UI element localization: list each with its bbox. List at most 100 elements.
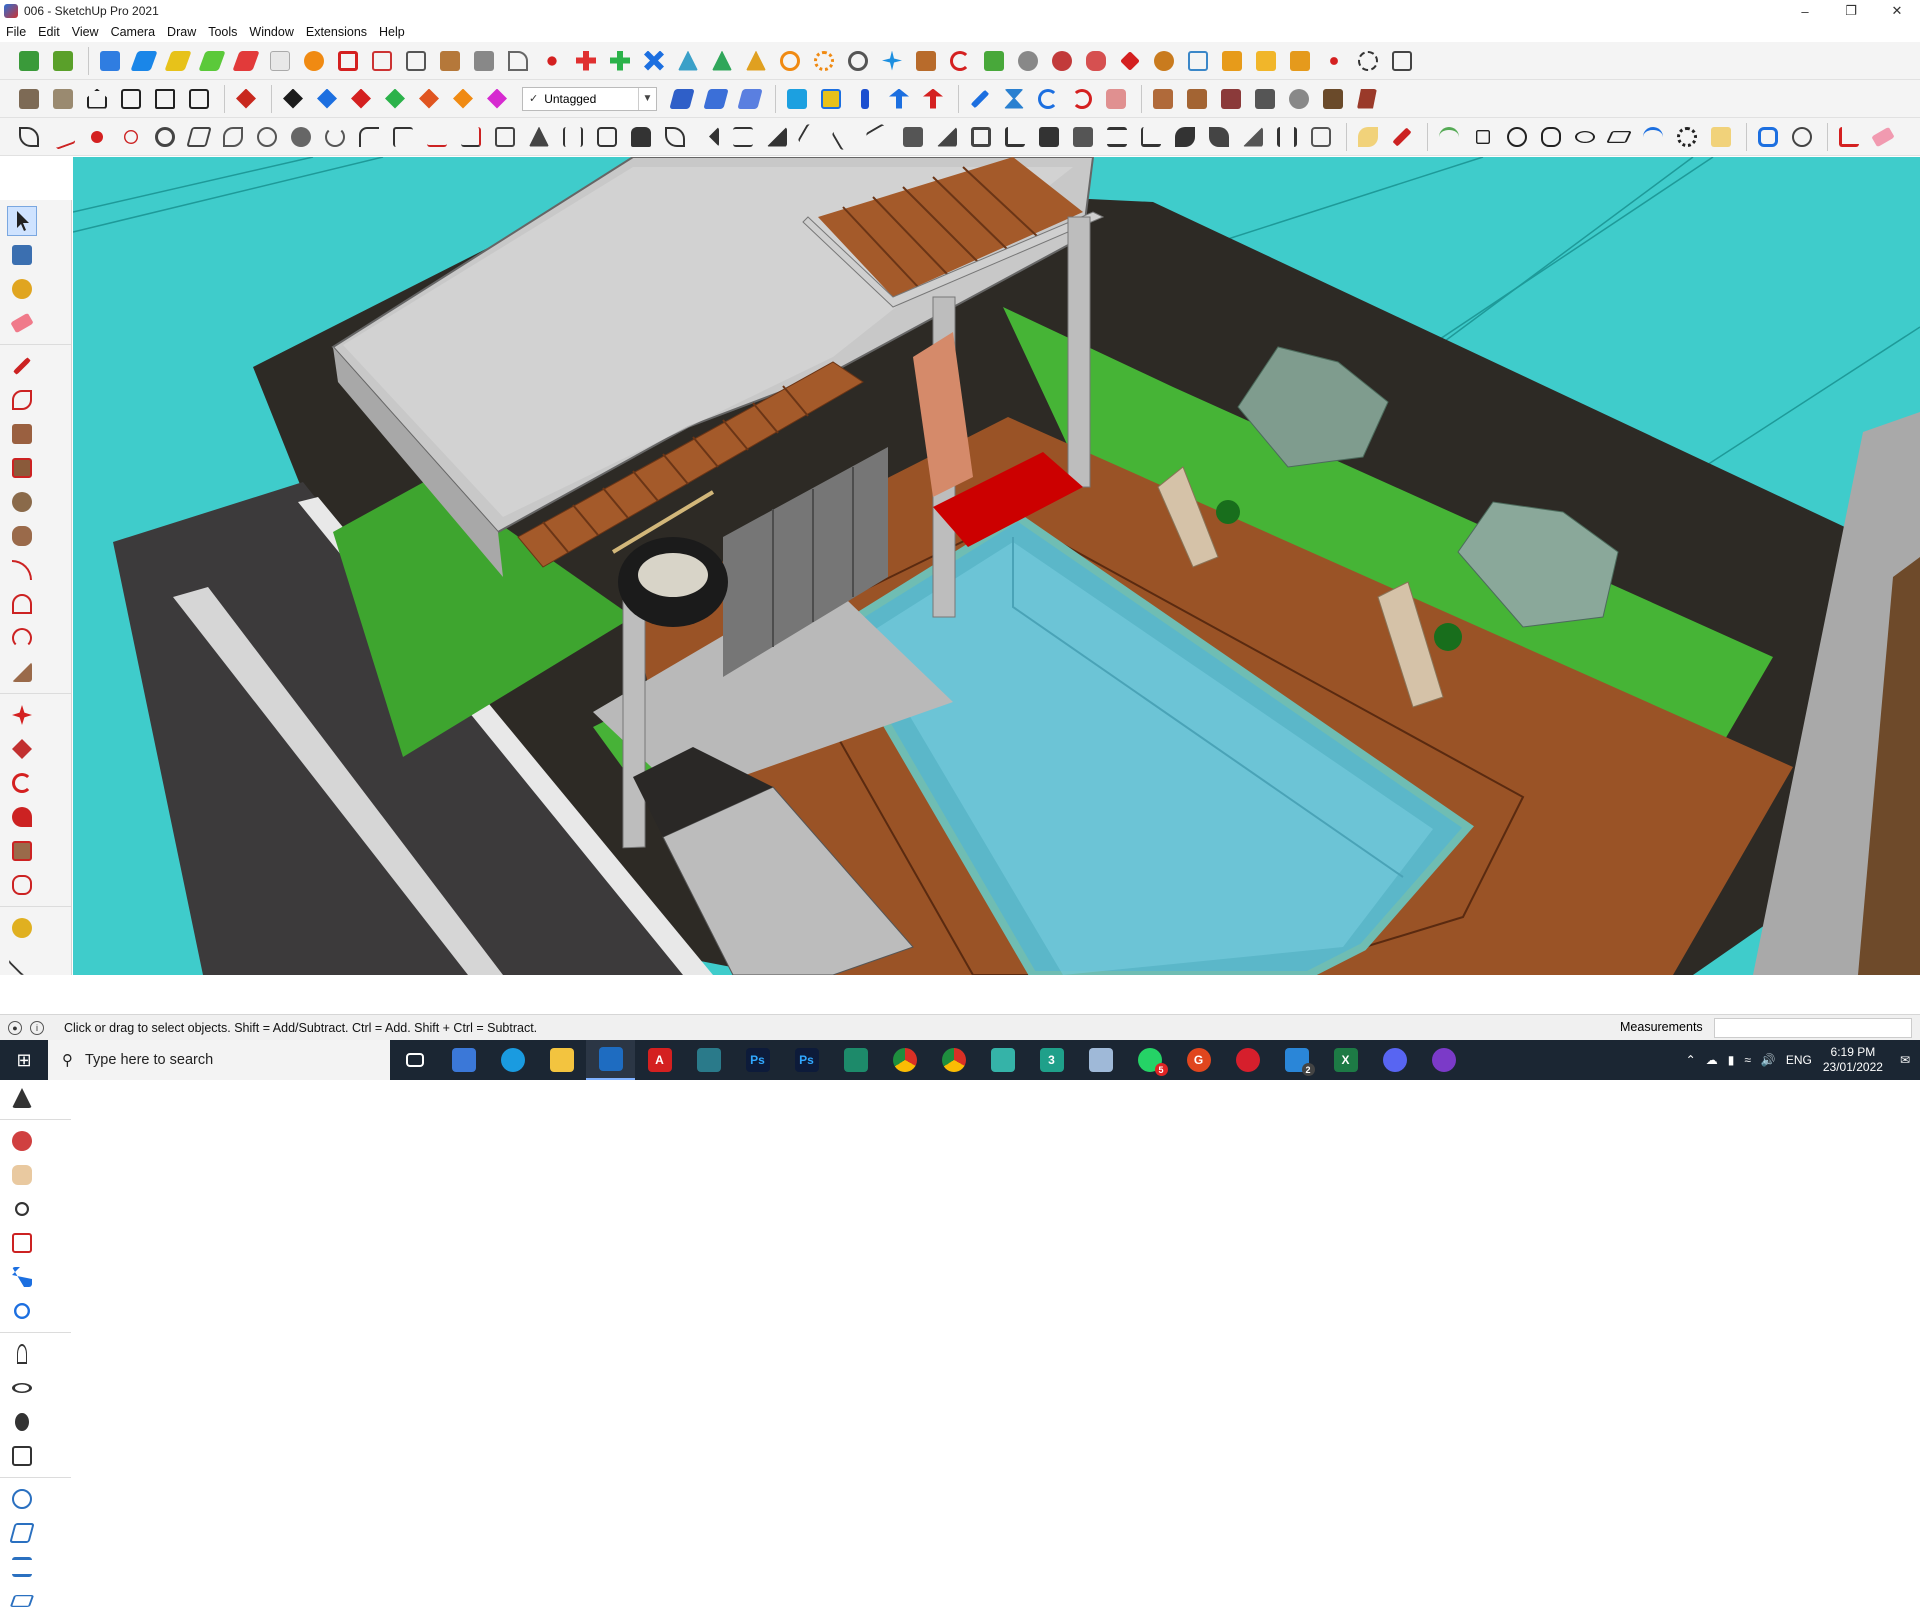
two-point-arc-icon[interactable]: [7, 589, 37, 619]
tag-selector[interactable]: ✓ Untagged ▼: [522, 86, 657, 111]
green-plus-icon[interactable]: [605, 46, 635, 76]
cube-yellow-icon[interactable]: [816, 84, 846, 114]
edge-icon[interactable]: [488, 1040, 537, 1080]
pyramid-icon[interactable]: [741, 46, 771, 76]
orange-curve-icon[interactable]: [299, 46, 329, 76]
grammarly-icon[interactable]: G: [1174, 1040, 1223, 1080]
layer-arrow-1-icon[interactable]: [278, 84, 308, 114]
info-icon[interactable]: i: [30, 1020, 44, 1035]
green-grid-icon[interactable]: [979, 46, 1009, 76]
cone-2-icon[interactable]: [707, 46, 737, 76]
loft-icon[interactable]: [184, 122, 214, 152]
section-plane-tool-icon[interactable]: [7, 1441, 37, 1471]
curve-path-icon[interactable]: [503, 46, 533, 76]
box-icon[interactable]: [911, 46, 941, 76]
ring-gear-icon[interactable]: [150, 122, 180, 152]
hourglass-icon[interactable]: [999, 84, 1029, 114]
top-view-icon[interactable]: [48, 84, 78, 114]
photoshop-icon[interactable]: Ps: [733, 1040, 782, 1080]
polygon-outline-icon[interactable]: [1536, 122, 1566, 152]
arc-blue-icon[interactable]: [1638, 122, 1668, 152]
measurements-input[interactable]: [1714, 1018, 1912, 1038]
push-pull-icon[interactable]: [7, 734, 37, 764]
rectangle-icon[interactable]: [7, 419, 37, 449]
section-plane-2-icon[interactable]: [701, 84, 731, 114]
position-camera-icon[interactable]: [7, 1339, 37, 1369]
wifi-icon[interactable]: ≈: [1744, 1053, 1751, 1067]
branch-3-icon[interactable]: [864, 122, 894, 152]
rotate-blue-icon[interactable]: [1033, 84, 1063, 114]
spiral-icon[interactable]: [320, 122, 350, 152]
snip-icon[interactable]: [684, 1040, 733, 1080]
window-grid-2-icon[interactable]: [1251, 46, 1281, 76]
line-pencil-icon[interactable]: [7, 351, 37, 381]
window-grid-icon[interactable]: [1217, 46, 1247, 76]
eraser-icon[interactable]: [7, 308, 37, 338]
extension-warehouse-icon[interactable]: [48, 46, 78, 76]
circle-icon[interactable]: [7, 487, 37, 517]
paint-bucket-icon[interactable]: [7, 274, 37, 304]
pan-icon[interactable]: [7, 1160, 37, 1190]
layer-arrow-2-icon[interactable]: [312, 84, 342, 114]
modeling-viewport[interactable]: [73, 157, 1920, 975]
leaf-icon[interactable]: [660, 122, 690, 152]
push-pull-red-icon[interactable]: [231, 84, 261, 114]
chrome-2-icon[interactable]: [929, 1040, 978, 1080]
restore-button[interactable]: ❐: [1828, 0, 1874, 22]
zoom-icon[interactable]: [7, 1194, 37, 1224]
arc-icon[interactable]: [7, 555, 37, 585]
flower-icon[interactable]: [1149, 46, 1179, 76]
menu-edit[interactable]: Edit: [32, 25, 66, 39]
material-5-icon[interactable]: [1284, 84, 1314, 114]
material-7-icon[interactable]: [1352, 84, 1382, 114]
globe-icon[interactable]: [1787, 122, 1817, 152]
slope-icon[interactable]: [762, 122, 792, 152]
component-icon[interactable]: [95, 46, 125, 76]
eraser-pink-icon[interactable]: [1868, 122, 1898, 152]
fan-3-icon[interactable]: [1204, 122, 1234, 152]
stack-icon[interactable]: [1102, 122, 1132, 152]
onedrive-cloud-icon[interactable]: ☁: [1706, 1053, 1718, 1067]
grid-nodes-icon[interactable]: [1387, 46, 1417, 76]
sandbox-from-contours-icon[interactable]: [7, 1484, 37, 1514]
offset-icon[interactable]: [7, 870, 37, 900]
chamfer-icon[interactable]: [388, 122, 418, 152]
wood-block-icon[interactable]: [435, 46, 465, 76]
gear-red-icon[interactable]: [1081, 46, 1111, 76]
rotated-rectangle-icon[interactable]: [7, 453, 37, 483]
material-3-icon[interactable]: [1216, 84, 1246, 114]
menu-help[interactable]: Help: [373, 25, 411, 39]
photoshop-2-icon[interactable]: Ps: [782, 1040, 831, 1080]
trim-icon[interactable]: [456, 122, 486, 152]
minimize-button[interactable]: –: [1782, 0, 1828, 22]
volume-icon[interactable]: 🔊: [1761, 1053, 1776, 1067]
notification-icon[interactable]: ✉: [1900, 1053, 1910, 1067]
geo-location-icon[interactable]: ●: [8, 1020, 22, 1035]
tag-yellow-icon[interactable]: [1353, 122, 1383, 152]
section-plane-icon[interactable]: [667, 84, 697, 114]
branch-2-icon[interactable]: [830, 122, 860, 152]
tape-measure-icon[interactable]: [7, 913, 37, 943]
polygon-icon[interactable]: [7, 521, 37, 551]
pencil-red-icon[interactable]: [1387, 122, 1417, 152]
solid-green-icon[interactable]: [197, 46, 227, 76]
walk-icon[interactable]: [7, 1407, 37, 1437]
column-icon[interactable]: [850, 84, 880, 114]
clock[interactable]: 6:19 PM 23/01/2022: [1823, 1045, 1883, 1075]
zoom-extents-icon[interactable]: [7, 1262, 37, 1292]
arrows-red-icon[interactable]: [918, 84, 948, 114]
stairs-icon[interactable]: [490, 122, 520, 152]
3d-text-icon[interactable]: [7, 1083, 37, 1113]
link-icon[interactable]: [469, 46, 499, 76]
bars-icon[interactable]: [1272, 122, 1302, 152]
sweep-icon[interactable]: [218, 122, 248, 152]
box-frame-icon[interactable]: [966, 122, 996, 152]
material-1-icon[interactable]: [1148, 84, 1178, 114]
calculator-icon[interactable]: [439, 1040, 488, 1080]
solid-yellow-icon[interactable]: [163, 46, 193, 76]
sketchup-2-icon[interactable]: [978, 1040, 1027, 1080]
twist-icon[interactable]: [809, 46, 839, 76]
fan-icon[interactable]: [694, 122, 724, 152]
solid-red-icon[interactable]: [231, 46, 261, 76]
lasso-icon[interactable]: [252, 122, 282, 152]
